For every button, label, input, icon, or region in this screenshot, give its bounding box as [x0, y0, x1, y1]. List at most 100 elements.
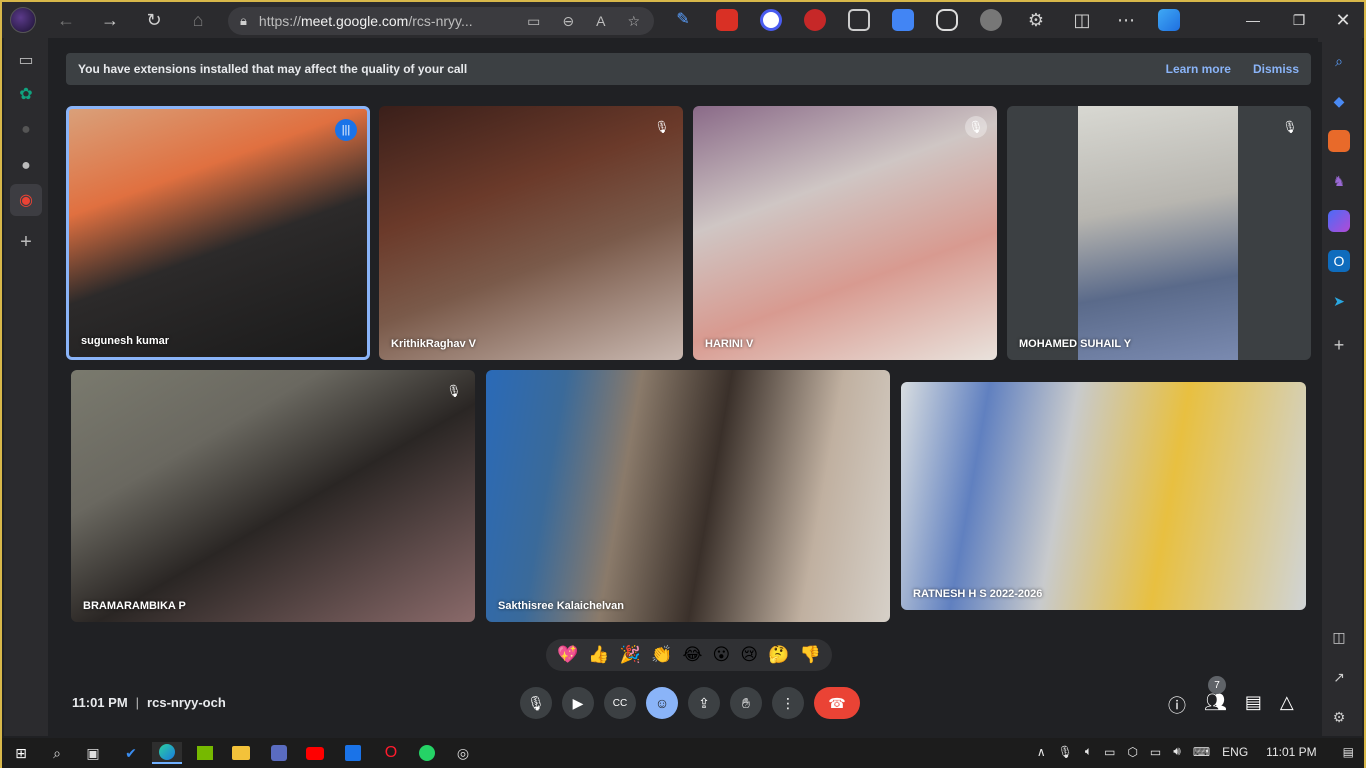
translate-extension-icon[interactable] [892, 9, 914, 31]
settings-gear-icon[interactable]: ⚙ [1328, 706, 1350, 728]
whatsapp-icon[interactable] [416, 742, 438, 764]
send-icon[interactable]: ➤ [1328, 290, 1350, 312]
laugh-reaction[interactable]: 😂 [682, 645, 702, 665]
tab-actions-icon[interactable]: ▭ [14, 48, 38, 72]
people-icon[interactable]: 👥︎ 7 [1204, 676, 1227, 718]
heart-reaction[interactable]: 💖 [557, 645, 578, 665]
red-extension-icon[interactable] [716, 9, 738, 31]
toolbox-icon[interactable] [1328, 130, 1350, 152]
raise-hand-button[interactable]: ✋︎ [730, 687, 762, 719]
copilot-icon[interactable] [1158, 9, 1180, 31]
nvidia-icon[interactable] [194, 742, 216, 764]
party-reaction[interactable]: 🎉 [620, 645, 641, 665]
camera-button[interactable]: ▶ [562, 687, 594, 719]
copilot-sidebar-icon[interactable] [1328, 210, 1350, 232]
surprised-reaction[interactable]: 😮 [713, 645, 731, 665]
profile-avatar[interactable] [10, 7, 36, 33]
tag-icon[interactable]: ◆ [1328, 90, 1350, 112]
add-sidebar-icon[interactable]: + [1328, 334, 1350, 356]
pen-extension-icon[interactable]: ✎ [672, 9, 694, 31]
calendar-app-icon[interactable] [342, 742, 364, 764]
restore-icon[interactable]: ❐ [1276, 2, 1322, 38]
lock-icon[interactable]: 🔒︎ [240, 13, 247, 29]
task-view-icon[interactable]: ▣ [82, 742, 104, 764]
todo-app-icon[interactable]: ✔ [120, 742, 142, 764]
meeting-details-icon[interactable]: ⓘ [1168, 692, 1186, 718]
blue-extension-icon[interactable] [760, 9, 782, 31]
forward-icon[interactable]: → [94, 4, 126, 36]
sad-reaction[interactable]: 😢 [740, 645, 758, 665]
thinking-reaction[interactable]: 🤔 [768, 645, 789, 665]
network-icon[interactable]: ▭ [1104, 745, 1115, 759]
obs-icon[interactable]: ◎ [452, 742, 474, 764]
captions-button[interactable]: CC [604, 687, 636, 719]
chat-icon[interactable]: ▤ [1245, 692, 1262, 718]
record-tab-icon[interactable]: ◉ [10, 184, 42, 216]
windows-start-icon[interactable]: ⊞ [10, 742, 32, 764]
participant-tile[interactable]: ||| sugunesh kumar [66, 106, 370, 360]
learn-more-link[interactable]: Learn more [1166, 62, 1231, 76]
new-tab-icon[interactable]: + [14, 230, 38, 254]
games-icon[interactable]: ♞ [1328, 170, 1350, 192]
camera-blocked-icon[interactable]: ▭ [527, 13, 540, 30]
participant-tile[interactable]: RATNESH H S 2022-2026 [901, 382, 1306, 610]
participant-tile[interactable]: 🎙︎ BRAMARAMBIKA P [71, 370, 475, 622]
screen-extension-icon[interactable] [848, 9, 870, 31]
favorite-star-icon[interactable]: ☆ [627, 13, 640, 30]
input-language[interactable]: ENG [1222, 745, 1248, 759]
close-icon[interactable]: ✕ [1320, 2, 1366, 38]
chatgpt-tab-icon[interactable]: ✿ [14, 82, 38, 106]
zoom-icon[interactable]: ⊖ [562, 13, 574, 30]
external-link-icon[interactable]: ↗ [1328, 666, 1350, 688]
outlook-icon[interactable]: O [1328, 250, 1350, 272]
sidebar-toggle-icon[interactable]: ◫ [1328, 626, 1350, 648]
participant-tile[interactable]: 🎙︎ HARINI V [693, 106, 997, 360]
address-bar[interactable]: 🔒︎ https://meet.google.com/rcs-nryy... ▭… [228, 7, 654, 35]
split-screen-icon[interactable]: ◫ [1066, 4, 1098, 36]
notifications-icon[interactable]: ▤ [1343, 745, 1354, 759]
microphone-button[interactable]: 🎙︎ [520, 687, 552, 719]
mask-extension-icon[interactable] [980, 9, 1002, 31]
activities-icon[interactable]: △ [1280, 692, 1294, 718]
clap-reaction[interactable]: 👏 [651, 645, 672, 665]
browser-sidebar-left: ▭ ✿ ● ● ◉ + [4, 38, 48, 736]
opera-icon[interactable]: O [380, 742, 402, 764]
volume-icon[interactable]: 🔊︎ [1173, 744, 1181, 759]
search-taskbar-icon[interactable]: ⌕ [46, 742, 68, 764]
github-tab-icon[interactable]: ● [14, 154, 38, 178]
refresh-icon[interactable]: ↻ [138, 4, 170, 36]
more-options-icon[interactable]: ⋯ [1110, 4, 1142, 36]
shield-icon[interactable]: ⬡ [1127, 745, 1137, 759]
edge-browser-icon[interactable] [152, 742, 182, 764]
read-aloud-icon[interactable]: A [596, 13, 605, 30]
volume-small-icon[interactable]: 🔈︎ [1085, 744, 1092, 759]
participant-tile[interactable]: Sakthisree Kalaichelvan [486, 370, 890, 622]
extensions-puzzle-icon[interactable]: ⚙ [1020, 4, 1052, 36]
search-icon[interactable]: ⌕ [1328, 50, 1350, 72]
present-button[interactable]: ⇪ [688, 687, 720, 719]
participant-tile[interactable]: 🎙︎ MOHAMED SUHAIL Y [1007, 106, 1311, 360]
dismiss-button[interactable]: Dismiss [1253, 62, 1299, 76]
taskbar-clock[interactable]: 11:01 PM [1266, 745, 1316, 759]
keyboard-icon[interactable]: ⌨ [1193, 745, 1210, 759]
santa-extension-icon[interactable] [804, 9, 826, 31]
leave-call-button[interactable]: ☎ [814, 687, 860, 719]
microphone-tray-icon[interactable]: 🎙︎ [1058, 745, 1073, 759]
battery-icon[interactable]: ▭ [1150, 745, 1161, 759]
show-hidden-icons[interactable]: ∧ [1037, 745, 1046, 759]
file-explorer-icon[interactable] [230, 742, 252, 764]
participant-tile[interactable]: 🎙︎ KrithikRaghav V [379, 106, 683, 360]
glasses-extension-icon[interactable] [936, 9, 958, 31]
emoji-button[interactable]: ☺ [646, 687, 678, 719]
thumbs-up-reaction[interactable]: 👍 [588, 645, 609, 665]
github-dim-tab-icon[interactable]: ● [14, 118, 38, 142]
meeting-code: rcs-nryy-och [147, 695, 226, 710]
teams-app-icon[interactable] [268, 742, 290, 764]
thumbs-down-reaction[interactable]: 👎 [800, 645, 821, 665]
back-icon[interactable]: ← [50, 4, 82, 36]
youtube-icon[interactable] [304, 742, 326, 764]
more-options-button[interactable]: ⋮ [772, 687, 804, 719]
minimize-icon[interactable]: — [1230, 2, 1276, 38]
screen-frame: ← → ↻ ⌂ 🔒︎ https://meet.google.com/rcs-n… [0, 0, 1366, 768]
home-icon[interactable]: ⌂ [182, 4, 214, 36]
